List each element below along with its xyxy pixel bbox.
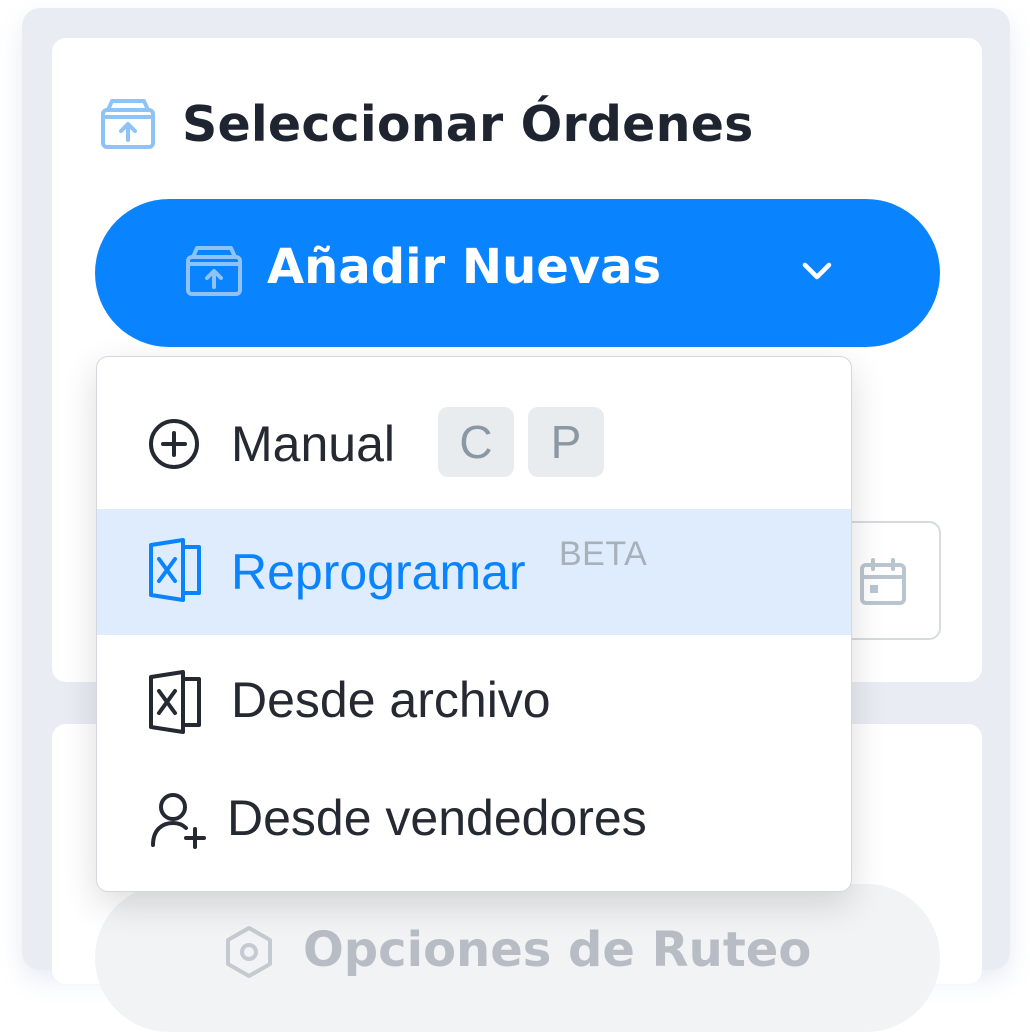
archive-upload-icon (101, 99, 155, 149)
add-new-orders-label: Añadir Nuevas (267, 239, 662, 295)
menu-item-label: Manual (231, 416, 395, 472)
menu-item-label: Desde archivo (231, 672, 551, 728)
beta-badge: BETA (559, 535, 648, 573)
user-plus-icon (151, 793, 206, 849)
excel-file-icon (149, 538, 201, 602)
add-new-orders-button[interactable]: Añadir Nuevas (95, 199, 940, 347)
shortcut-key-p: P (528, 407, 604, 477)
panel-header: Seleccionar Órdenes (100, 92, 754, 156)
archive-upload-icon (186, 246, 242, 296)
menu-item-desde-vendedores[interactable]: Desde vendedores (97, 761, 851, 881)
settings-hex-icon (226, 926, 272, 978)
calendar-icon[interactable] (858, 557, 908, 607)
menu-item-label: Reprogramar (231, 544, 526, 600)
menu-item-reprogramar[interactable]: Reprogramar BETA (97, 509, 851, 635)
excel-file-icon (149, 670, 201, 734)
menu-item-label: Desde vendedores (227, 790, 647, 846)
shortcut-key-c: C (438, 407, 514, 477)
plus-circle-icon (149, 419, 199, 469)
add-orders-dropdown-menu: Manual C P Reprogramar BETA Desde archiv… (96, 356, 852, 892)
routing-options-label: Opciones de Ruteo (303, 922, 812, 978)
menu-item-desde-archivo[interactable]: Desde archivo (97, 635, 851, 765)
page-title: Seleccionar Órdenes (182, 95, 754, 153)
routing-options-button[interactable]: Opciones de Ruteo (95, 884, 940, 1032)
chevron-down-icon[interactable] (799, 259, 835, 283)
menu-item-manual[interactable]: Manual C P (97, 379, 851, 507)
